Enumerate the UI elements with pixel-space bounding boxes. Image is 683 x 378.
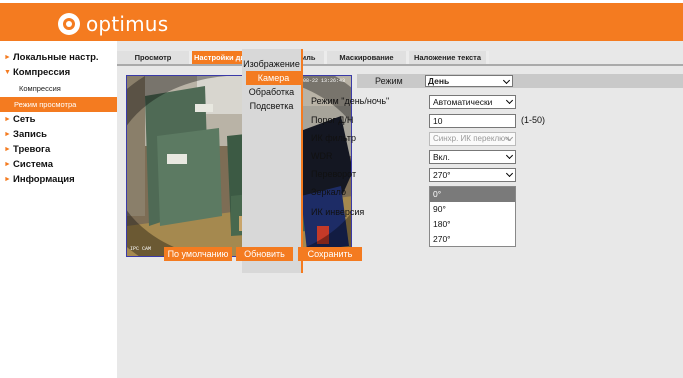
default-button[interactable]: По умолчанию	[164, 247, 232, 261]
sidebar-item-label: Сеть	[13, 114, 36, 125]
ir-inversion-label: ИК инверсия	[311, 207, 365, 217]
sidebar-nav: ► Локальные настр. ▼ Компрессия Компресс…	[0, 41, 117, 186]
mode-select[interactable]: День	[425, 75, 513, 87]
threshold-label: Порог Д/Н	[311, 115, 354, 125]
sidebar-item-local-settings[interactable]: ► Локальные настр.	[0, 51, 117, 64]
osd-camera-name: IPC CAM	[130, 246, 152, 252]
sidebar-item-system[interactable]: ► Система	[0, 158, 117, 171]
tab-view[interactable]: Просмотр	[117, 51, 192, 64]
dropdown-option-180[interactable]: 180°	[430, 217, 515, 232]
ir-filter-value: Синхр. ИК переключ.	[433, 134, 512, 143]
flip-value: 270°	[433, 170, 451, 180]
wdr-label: WDR	[311, 151, 333, 161]
sidebar-item-label: Компрессия	[13, 67, 71, 78]
dropdown-option-90[interactable]: 90°	[430, 202, 515, 217]
sidebar-item-label: Запись	[13, 129, 47, 140]
wdr-value: Вкл.	[433, 152, 450, 162]
subnav-divider	[301, 49, 303, 273]
flip-dropdown-list: 0° 90° 180° 270°	[429, 186, 516, 247]
subnav-image[interactable]: Изображение	[242, 57, 301, 71]
chevron-down-icon	[505, 96, 514, 105]
caret-right-icon: ►	[4, 131, 11, 138]
sidebar-subitem-view-mode[interactable]: Режим просмотра	[0, 97, 117, 112]
sidebar-item-information[interactable]: ► Информация	[0, 173, 117, 186]
setting-wdr: WDR Вкл.	[311, 150, 561, 164]
flip-label: Переворот	[311, 169, 357, 179]
ir-filter-select: Синхр. ИК переключ.	[429, 132, 516, 146]
caret-right-icon: ►	[4, 176, 11, 183]
sidebar-item-alarm[interactable]: ► Тревога	[0, 143, 117, 156]
tab-text-overlay[interactable]: Наложение текста	[409, 51, 489, 64]
mirror-label: Зеркало	[311, 187, 346, 197]
caret-right-icon: ►	[4, 146, 11, 153]
caret-right-icon: ►	[4, 54, 11, 61]
threshold-range-hint: (1-50)	[521, 115, 546, 125]
brand-logo: optimus	[58, 12, 168, 36]
sidebar: ► Локальные настр. ▼ Компрессия Компресс…	[0, 41, 117, 378]
sidebar-item-compression[interactable]: ▼ Компрессия	[0, 66, 117, 79]
sidebar-subitem-compression[interactable]: Компрессия	[0, 81, 117, 96]
setting-flip: Переворот 270°	[311, 168, 561, 182]
subnav-camera[interactable]: Камера	[246, 71, 301, 85]
mode-bar: Режим День	[357, 74, 683, 88]
brand-name: optimus	[86, 12, 169, 36]
sidebar-item-label: Локальные настр.	[13, 52, 99, 63]
settings-subnav: Изображение Камера Обработка Подсветка	[242, 49, 301, 273]
setting-threshold: Порог Д/Н 10 (1-50)	[311, 114, 561, 128]
day-night-select[interactable]: Автоматически	[429, 95, 516, 109]
subnav-processing[interactable]: Обработка	[242, 85, 301, 99]
logo-icon	[58, 13, 80, 35]
mode-label: Режим	[375, 76, 403, 86]
sidebar-item-label: Информация	[13, 174, 75, 185]
sidebar-item-label: Система	[13, 159, 53, 170]
flip-select[interactable]: 270°	[429, 168, 516, 182]
tab-masking[interactable]: Маскирование	[327, 51, 409, 64]
mode-select-value: День	[428, 76, 450, 86]
setting-day-night: Режим "день/ночь" Автоматически	[311, 95, 561, 109]
ir-filter-label: ИК фильтр	[311, 133, 357, 143]
tab-bar: Просмотр Настройки дисплея Профиль Маски…	[117, 51, 489, 64]
subnav-backlight[interactable]: Подсветка	[242, 99, 301, 113]
day-night-label: Режим "день/ночь"	[311, 96, 390, 106]
sidebar-item-network[interactable]: ► Сеть	[0, 113, 117, 126]
header: optimus	[0, 3, 683, 41]
day-night-value: Автоматически	[433, 97, 493, 107]
caret-down-icon: ▼	[4, 69, 11, 76]
tab-divider	[117, 64, 683, 66]
sidebar-item-recording[interactable]: ► Запись	[0, 128, 117, 141]
dropdown-option-0[interactable]: 0°	[430, 187, 515, 202]
chevron-down-icon	[505, 169, 514, 178]
sidebar-item-label: Тревога	[13, 144, 51, 155]
threshold-input[interactable]: 10	[429, 114, 516, 128]
save-button[interactable]: Сохранить	[298, 247, 362, 261]
caret-right-icon: ►	[4, 161, 11, 168]
setting-ir-filter: ИК фильтр Синхр. ИК переключ.	[311, 132, 561, 146]
chevron-down-icon	[505, 151, 514, 160]
caret-right-icon: ►	[4, 116, 11, 123]
chevron-down-icon	[502, 76, 511, 85]
wdr-select[interactable]: Вкл.	[429, 150, 516, 164]
refresh-button[interactable]: Обновить	[236, 247, 293, 261]
dropdown-option-270[interactable]: 270°	[430, 232, 515, 247]
